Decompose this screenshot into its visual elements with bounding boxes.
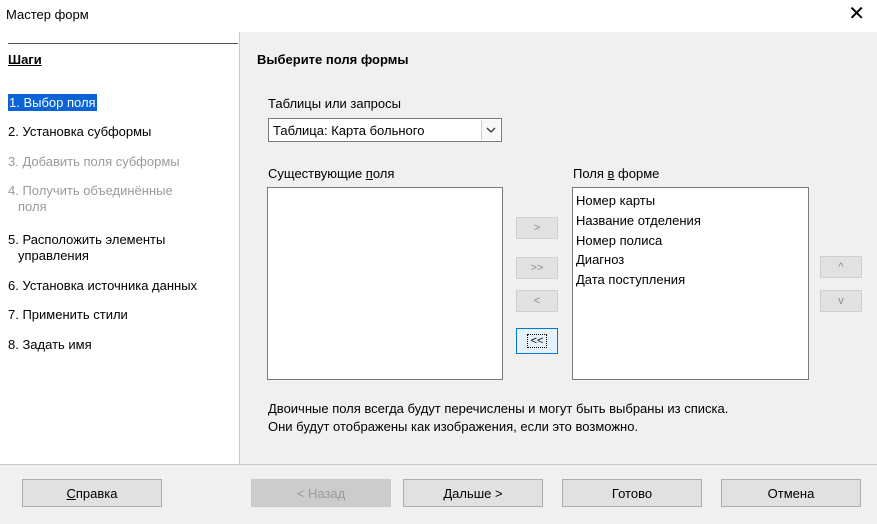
steps-sidebar: Шаги 1. Выбор поля 2. Установка субформы…	[0, 32, 240, 464]
page-title: Выберите поля формы	[257, 52, 409, 67]
step-label: 3. Добавить поля субформы	[8, 154, 180, 169]
back-button: < Назад	[251, 479, 391, 507]
remove-field-button[interactable]: <	[516, 290, 558, 312]
close-icon[interactable]: ✕	[848, 4, 865, 24]
move-up-button[interactable]: ^	[820, 256, 862, 278]
step-set-name[interactable]: 8. Задать имя	[8, 337, 233, 353]
window-title: Мастер форм	[6, 7, 89, 22]
step-subform[interactable]: 2. Установка субформы	[8, 124, 233, 140]
add-all-fields-button[interactable]: >>	[516, 257, 558, 279]
step-label: 6. Установка источника данных	[8, 278, 198, 293]
tables-select[interactable]: Таблица: Карта больного	[268, 118, 502, 142]
finish-button[interactable]: Готово	[562, 479, 702, 507]
remove-all-fields-button[interactable]: <<	[516, 328, 558, 354]
list-item[interactable]: Дата поступления	[576, 272, 685, 288]
list-item[interactable]: Номер карты	[576, 193, 655, 209]
step-subform-fields: 3. Добавить поля субформы	[8, 154, 233, 170]
step-label: 7. Применить стили	[8, 307, 128, 322]
existing-fields-label: Существующие поля	[268, 166, 395, 181]
form-fields-label: Поля в форме	[573, 166, 660, 181]
step-label: 5. Расположить элементы	[8, 232, 166, 247]
existing-fields-list[interactable]	[267, 187, 503, 380]
step-label: 4. Получить объединённые	[8, 183, 173, 198]
list-item[interactable]: Название отделения	[576, 213, 701, 229]
step-arrange-controls[interactable]: 5. Расположить элементы управления	[8, 232, 233, 264]
note-line-1: Двоичные поля всегда будут перечислены и…	[268, 401, 729, 416]
remove-all-label: <<	[526, 334, 548, 348]
tables-label: Таблицы или запросы	[268, 96, 401, 111]
step-apply-styles[interactable]: 7. Применить стили	[8, 307, 233, 323]
step-label-cont: управления	[18, 248, 89, 263]
cancel-button[interactable]: Отмена	[721, 479, 861, 507]
chevron-down-icon[interactable]	[481, 120, 500, 140]
binary-fields-note: Двоичные поля всегда будут перечислены и…	[268, 400, 728, 436]
title-bar: Мастер форм ✕	[0, 0, 877, 32]
list-item[interactable]: Диагноз	[576, 252, 624, 268]
step-label: 1. Выбор поля	[8, 94, 97, 111]
steps-heading: Шаги	[8, 52, 42, 67]
step-label: 8. Задать имя	[8, 337, 92, 352]
steps-divider	[8, 43, 238, 44]
step-label-cont: поля	[18, 199, 47, 214]
note-line-2: Они будут отображены как изображения, ес…	[268, 419, 639, 434]
form-fields-list[interactable]: Номер карты Название отделения Номер пол…	[572, 187, 809, 380]
next-button[interactable]: Дальше >	[403, 479, 543, 507]
step-label: 2. Установка субформы	[8, 124, 152, 139]
list-item[interactable]: Номер полиса	[576, 233, 662, 249]
step-data-source[interactable]: 6. Установка источника данных	[8, 278, 233, 294]
button-bar: Справка < Назад Дальше > Готово Отмена	[0, 464, 877, 524]
add-field-button[interactable]: >	[516, 217, 558, 239]
main-panel: Выберите поля формы Таблицы или запросы …	[240, 32, 877, 464]
step-select-fields[interactable]: 1. Выбор поля	[8, 94, 233, 111]
help-button[interactable]: Справка	[22, 479, 162, 507]
move-down-button[interactable]: v	[820, 290, 862, 312]
step-joined-fields: 4. Получить объединённые поля	[8, 183, 233, 215]
tables-select-value: Таблица: Карта больного	[273, 123, 425, 138]
